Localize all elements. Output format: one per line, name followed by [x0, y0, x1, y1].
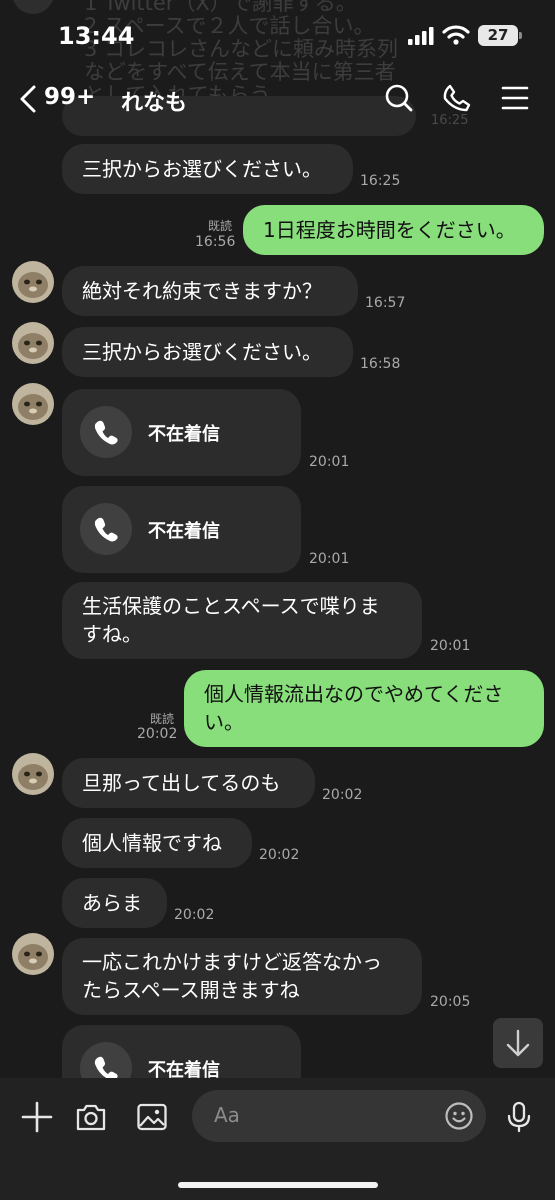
message-time: 20:05: [430, 994, 471, 1010]
chevron-left-icon[interactable]: [18, 84, 38, 114]
message-bubble[interactable]: 個人情報流出なのでやめてくださ い。: [184, 670, 544, 747]
message-incoming: 絶対それ約束できますか？ 16:57: [0, 266, 555, 318]
message-input-placeholder: Aa: [214, 1103, 240, 1127]
missed-call-bubble[interactable]: 不在着信: [62, 389, 301, 476]
missed-call-bubble[interactable]: 不在着信: [62, 486, 301, 573]
message-text: 絶対それ約束できますか？: [82, 279, 322, 303]
message-text-line: 一応これかけますけど返答なかっ: [82, 950, 382, 974]
message-time: 20:02: [259, 847, 300, 863]
call-icon-circle: [80, 503, 132, 555]
message-incoming: 生活保護のことスペースで喋りま すね。 20:01: [0, 582, 555, 662]
message-time: 16:58: [360, 356, 401, 372]
message-bubble[interactable]: 三択からお選びください。: [62, 327, 353, 377]
arrow-down-icon: [506, 1029, 530, 1057]
message-incoming: 三択からお選びください。 16:58: [0, 327, 555, 379]
read-receipt: 既読: [150, 712, 175, 726]
message-time: 16:57: [365, 295, 406, 311]
message-text: 三択からお選びください。: [82, 340, 322, 364]
message-text-line: い。: [204, 710, 244, 734]
message-bubble[interactable]: あらま: [62, 878, 167, 928]
home-indicator[interactable]: [178, 1182, 378, 1188]
unread-count[interactable]: 99+: [44, 84, 95, 110]
message-text-line: 生活保護のことスペースで喋りま: [82, 594, 380, 618]
message-time: 20:01: [430, 638, 471, 654]
message-time: 16:25: [360, 173, 401, 189]
signal-icon: [408, 27, 434, 45]
missed-call-message: 不在着信: [0, 1025, 555, 1078]
message-time: 16:56: [195, 234, 236, 250]
contact-name[interactable]: れなも: [121, 85, 187, 117]
phone-icon: [94, 1056, 118, 1078]
battery-indicator: 27: [478, 25, 522, 46]
phone-icon: [94, 420, 118, 445]
search-icon[interactable]: [384, 83, 414, 113]
message-time: 20:02: [174, 907, 215, 923]
message-time: 20:02: [322, 787, 363, 803]
status-time: 13:44: [58, 22, 135, 50]
message-incoming: 三択からお選びください。 16:25: [0, 144, 555, 196]
call-icon-circle: [80, 406, 132, 458]
message-bubble[interactable]: 1日程度お時間をください。: [243, 205, 544, 255]
image-icon[interactable]: [135, 1100, 169, 1134]
message-text-line: たらスペース開きますね: [82, 978, 300, 1002]
plus-icon[interactable]: [20, 1100, 54, 1134]
missed-call-bubble[interactable]: 不在着信: [62, 1025, 301, 1078]
message-time: 20:01: [309, 454, 350, 470]
missed-call-label: 不在着信: [148, 424, 220, 445]
message-input[interactable]: Aa: [192, 1090, 486, 1142]
message-outgoing: 既読 20:02 個人情報流出なのでやめてくださ い。: [0, 670, 555, 750]
message-bubble[interactable]: 旦那って出してるのも: [62, 758, 315, 808]
message-incoming: 旦那って出してるのも 20:02: [0, 758, 555, 810]
message-time: 20:02: [137, 726, 178, 742]
camera-icon[interactable]: [74, 1100, 108, 1134]
message-bubble[interactable]: 一応これかけますけど返答なかっ たらスペース開きますね: [62, 938, 422, 1015]
missed-call-message: 不在着信 20:01: [0, 389, 555, 477]
wifi-icon: [442, 25, 470, 45]
message-text: 1日程度お時間をください。: [263, 218, 516, 242]
message-incoming: 一応これかけますけど返答なかっ たらスペース開きますね 20:05: [0, 938, 555, 1018]
missed-call-label: 不在着信: [148, 521, 220, 542]
message-input-bar: Aa: [0, 1078, 555, 1200]
emoji-icon[interactable]: [444, 1101, 474, 1131]
message-bubble[interactable]: 絶対それ約束できますか？: [62, 266, 358, 316]
missed-call-message: 不在着信 20:01: [0, 486, 555, 574]
status-bar: 13:44 27: [0, 0, 555, 70]
phone-icon[interactable]: [442, 83, 472, 113]
message-incoming: あらま 20:02: [0, 878, 555, 930]
scroll-to-bottom-button[interactable]: [493, 1018, 543, 1068]
phone-icon: [94, 517, 118, 542]
read-receipt: 既読: [208, 219, 233, 233]
message-text-line: 個人情報流出なのでやめてくださ: [204, 682, 504, 706]
message-text: あらま: [82, 891, 142, 915]
chat-header: 99+ れなも: [0, 70, 555, 128]
message-bubble[interactable]: 個人情報ですね: [62, 818, 252, 868]
missed-call-label: 不在着信: [148, 1060, 220, 1078]
message-text: 個人情報ですね: [82, 831, 222, 855]
call-icon-circle: [80, 1042, 132, 1078]
menu-icon[interactable]: [500, 83, 530, 113]
message-incoming: 個人情報ですね 20:02: [0, 818, 555, 870]
message-bubble[interactable]: 三択からお選びください。: [62, 144, 353, 194]
message-text: 旦那って出してるのも: [82, 771, 281, 795]
mic-icon[interactable]: [502, 1100, 536, 1134]
message-bubble[interactable]: 生活保護のことスペースで喋りま すね。: [62, 582, 422, 659]
message-text-line: すね。: [82, 622, 142, 646]
message-text: 三択からお選びください。: [82, 157, 322, 181]
message-outgoing: 既読 16:56 1日程度お時間をください。: [0, 205, 555, 257]
message-time: 20:01: [309, 551, 350, 567]
